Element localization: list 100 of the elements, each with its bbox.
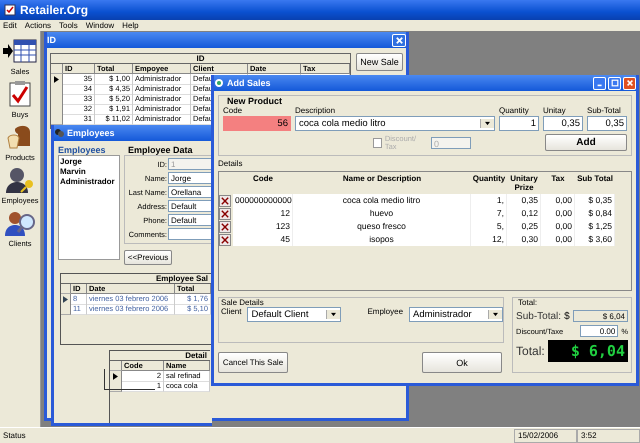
menu-item[interactable]: Window [86, 21, 114, 30]
current-row-icon [54, 76, 59, 82]
table-cell: 7, [471, 207, 507, 220]
table-cell: 12, [471, 233, 507, 246]
table-cell: $ 1,25 [575, 220, 615, 233]
field-label: Unitay [543, 106, 567, 115]
menu-item[interactable]: Help [122, 21, 139, 30]
delete-icon[interactable] [219, 194, 231, 206]
new-sale-button[interactable]: New Sale [356, 53, 403, 71]
maximize-icon [610, 79, 618, 87]
close-icon [394, 36, 404, 44]
field-label: Client [221, 307, 242, 316]
row-header[interactable] [110, 371, 122, 382]
column-header[interactable]: Quantity [471, 174, 507, 183]
row-header[interactable] [51, 74, 63, 85]
text-field[interactable]: Orellana [168, 186, 212, 198]
app-icon [4, 4, 16, 16]
table-cell: $ 0,84 [575, 207, 615, 220]
table-cell: 0,00 [541, 220, 575, 233]
group-legend: Sale Details [219, 298, 504, 307]
row-header[interactable] [61, 294, 71, 305]
window-title: ID [47, 35, 57, 45]
employee-dropdown[interactable]: Administrador [409, 307, 504, 322]
list-item[interactable]: Marvin [60, 167, 118, 177]
minimize-button[interactable] [593, 76, 606, 90]
column-header[interactable]: Name or Description [293, 174, 471, 183]
current-row-icon [113, 372, 118, 380]
menu-item[interactable]: Tools [59, 21, 78, 30]
table-cell: 5, [471, 220, 507, 233]
list-item[interactable]: Administrador [60, 177, 118, 187]
table-cell: 0,00 [541, 233, 575, 246]
unitary-field[interactable]: 0,35 [543, 116, 583, 131]
column-header[interactable]: Sub Total [575, 174, 615, 183]
grid-caption: Detail [110, 351, 210, 361]
current-row-icon [63, 296, 68, 302]
field-label: Description [295, 106, 336, 115]
table-cell: 123 [233, 220, 293, 233]
text-field[interactable]: Jorge [168, 172, 212, 184]
description-dropdown[interactable]: coca cola medio litro [295, 116, 495, 131]
field-label: Total: [516, 344, 545, 358]
column-header[interactable]: Code [233, 174, 293, 183]
subtotal-field: $ 6,04 [572, 310, 628, 322]
code-field[interactable]: 56 [223, 116, 291, 131]
list-label: Employees [58, 145, 107, 155]
table-cell: 0,12 [507, 207, 541, 220]
group-legend: Total: [516, 298, 628, 307]
window-title: Employees [67, 128, 116, 138]
menu-item[interactable]: Actions [24, 21, 52, 30]
table-cell: isopos [293, 233, 471, 246]
text-field[interactable]: Default [168, 200, 212, 212]
delete-icon[interactable] [219, 234, 231, 246]
cancel-sale-button[interactable]: Cancel This Sale [218, 352, 288, 373]
delete-icon[interactable] [219, 220, 231, 232]
table-cell: 1, [471, 194, 507, 207]
text-field[interactable]: Default [168, 214, 212, 226]
table-cell: 45 [233, 233, 293, 246]
discount-field[interactable]: 0.00 [580, 325, 618, 337]
maximize-button[interactable] [608, 76, 621, 90]
table-cell: coca cola medio litro [293, 194, 471, 207]
total-display: $ 6,04 [548, 340, 628, 362]
ok-button[interactable]: Ok [422, 352, 502, 373]
currency-label: $ [564, 310, 570, 322]
field-label: Sub-Total: [516, 310, 562, 322]
app-title: Retailer.Org [20, 3, 88, 17]
table-cell: 0,35 [507, 194, 541, 207]
people-icon [54, 128, 64, 138]
status-date: 15/02/2006 [514, 428, 577, 442]
text-field[interactable] [168, 228, 212, 240]
table-cell: huevo [293, 207, 471, 220]
field-label: Code [223, 106, 244, 115]
list-item[interactable]: Jorge [60, 157, 118, 167]
add-button[interactable]: Add [545, 134, 627, 151]
grid-caption: Employee Sal [61, 274, 211, 284]
group-legend: Employee Data [124, 145, 212, 155]
quantity-field[interactable]: 1 [499, 116, 539, 131]
table-cell: 12 [233, 207, 293, 220]
menu-item[interactable]: Edit [3, 21, 17, 30]
table-cell: 0,30 [507, 233, 541, 246]
column-header[interactable]: Tax [541, 174, 575, 183]
table-cell: $ 0,35 [575, 194, 615, 207]
subtotal-field[interactable]: 0,35 [587, 116, 627, 131]
grid-caption: ID [51, 54, 350, 64]
close-button[interactable] [623, 76, 636, 90]
field-label: Quantity [499, 106, 530, 115]
section-label: Details [218, 159, 244, 168]
table-cell: 0,00 [541, 207, 575, 220]
row-header[interactable] [110, 381, 122, 392]
previous-button[interactable]: <<Previous [124, 250, 172, 265]
status-time: 3:52 [577, 428, 640, 442]
field-label: Employee [367, 307, 404, 316]
table-cell: queso fresco [293, 220, 471, 233]
field-label: Sub-Total [587, 106, 622, 115]
client-dropdown[interactable]: Default Client [247, 307, 342, 322]
grid-corner [51, 64, 63, 74]
delete-icon[interactable] [219, 208, 231, 220]
status-text: Status [2, 430, 27, 442]
window-icon [214, 78, 224, 88]
close-icon [626, 79, 634, 87]
column-header[interactable]: Unitary Prize [507, 174, 541, 192]
close-button[interactable] [392, 34, 406, 46]
